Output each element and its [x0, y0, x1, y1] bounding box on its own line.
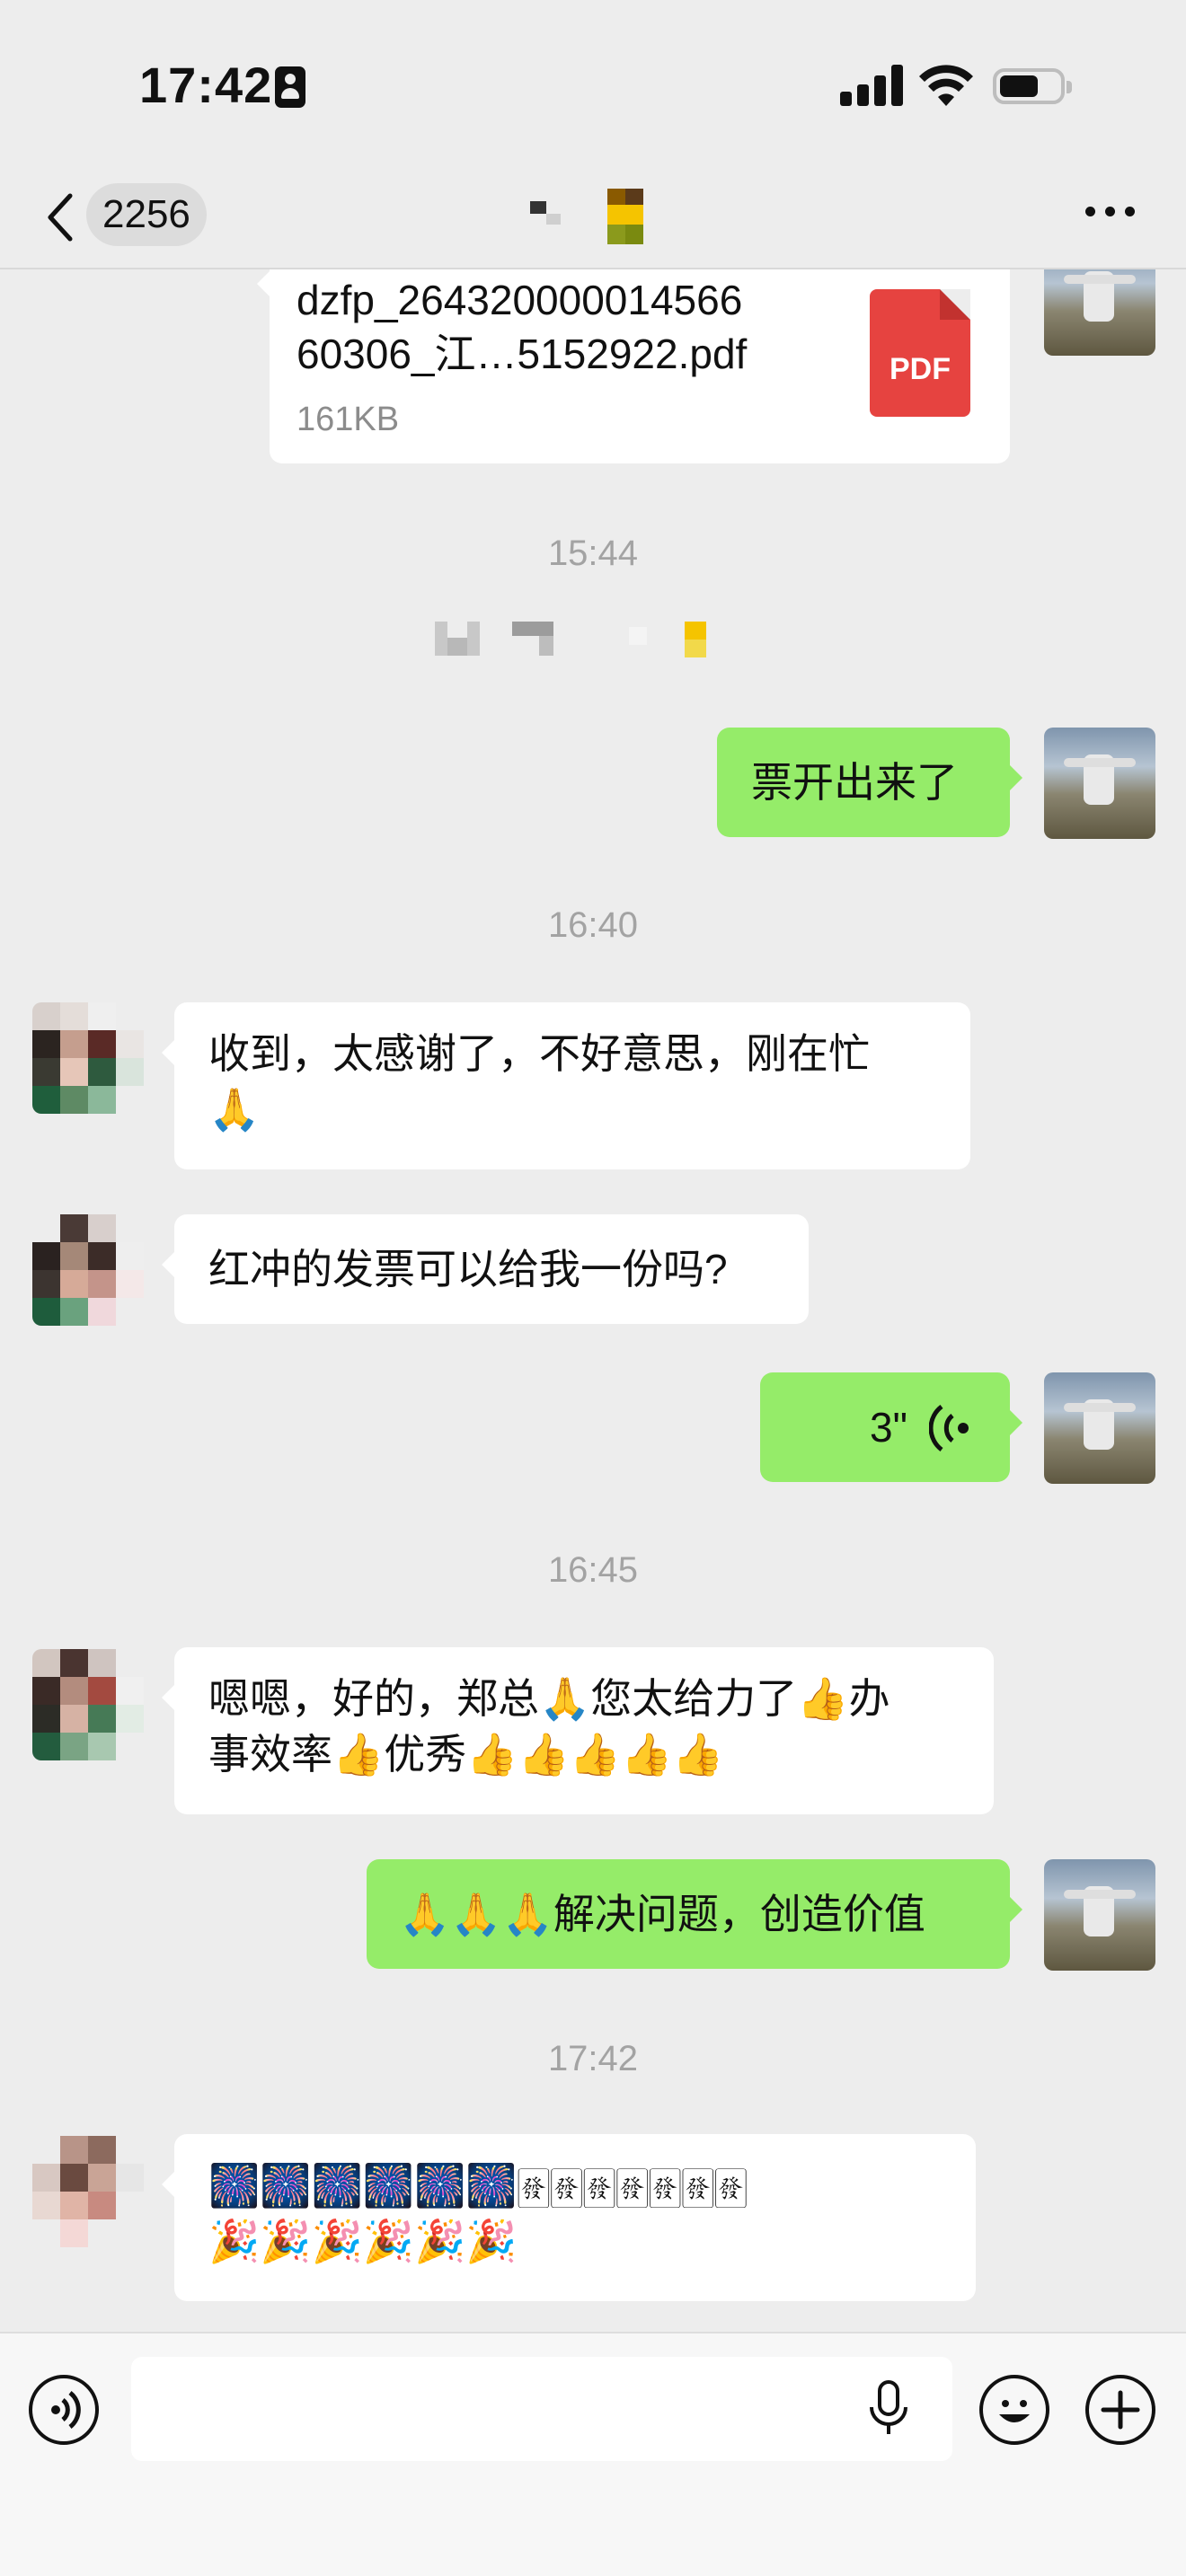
mic-icon[interactable]	[868, 2380, 909, 2436]
file-name: dzfp_264320000014566 60306_江…5152922.pdf	[296, 277, 748, 377]
status-bar: 17:42	[0, 0, 1186, 171]
voice-wave-icon	[929, 1405, 969, 1451]
message-text: 🙏🙏🙏解决问题，创造价值	[399, 1891, 925, 1937]
battery-icon	[993, 68, 1072, 104]
message-text: 红冲的发票可以给我一份吗?	[208, 1246, 728, 1292]
timestamp: 15:44	[547, 534, 639, 573]
chat-title-pixelated	[530, 189, 643, 244]
avatar-me[interactable]	[1044, 269, 1155, 356]
avatar-contact[interactable]	[32, 1214, 144, 1326]
cellular-signal-icon	[840, 65, 903, 106]
timestamp: 16:45	[547, 1550, 639, 1590]
unread-count-badge[interactable]: 2256	[86, 183, 207, 246]
message-input[interactable]	[131, 2357, 952, 2461]
status-time: 17:42	[139, 57, 273, 113]
timestamp: 17:42	[547, 2039, 639, 2078]
pdf-file-icon: PDF	[870, 289, 970, 417]
message-in-4[interactable]: 🎆🎆🎆🎆🎆🎆🀅🀅🀅🀅🀅🀅🀅 🎉🎉🎉🎉🎉🎉	[162, 2134, 976, 2301]
file-size: 161KB	[296, 401, 400, 438]
chat-message-list[interactable]: dzfp_264320000014566 60306_江…5152922.pdf…	[0, 269, 1186, 2332]
message-text: 嗯嗯，好的，郑总🙏您太给力了👍办	[208, 1675, 890, 1722]
avatar-me[interactable]	[1044, 1372, 1155, 1484]
avatar-me[interactable]	[1044, 728, 1155, 839]
file-message[interactable]: dzfp_264320000014566 60306_江…5152922.pdf…	[257, 269, 1010, 463]
system-notice-pixelated	[435, 622, 706, 657]
voice-input-icon[interactable]	[29, 2375, 99, 2445]
message-text: 收到，太感谢了，不好意思，刚在忙	[208, 1030, 870, 1077]
emoji-icon[interactable]	[979, 2375, 1049, 2445]
contact-card-icon	[275, 66, 305, 108]
message-in-3[interactable]: 嗯嗯，好的，郑总🙏您太给力了👍办 事效率👍优秀👍👍👍👍👍	[162, 1647, 994, 1814]
avatar-contact[interactable]	[32, 1649, 144, 1760]
avatar-contact[interactable]	[32, 2136, 144, 2247]
message-text: 🙏	[208, 1086, 261, 1133]
voice-duration: 3"	[870, 1404, 907, 1451]
message-out-1[interactable]: 票开出来了	[717, 728, 1022, 837]
message-in-1[interactable]: 收到，太感谢了，不好意思，刚在忙 🙏	[162, 1002, 970, 1169]
chat-header: 2256	[0, 171, 1186, 269]
message-text: 🎉🎉🎉🎉🎉🎉	[208, 2218, 518, 2264]
avatar-contact[interactable]	[32, 1002, 144, 1114]
avatar-me[interactable]	[1044, 1859, 1155, 1971]
more-options-icon[interactable]	[1085, 207, 1136, 219]
message-in-2[interactable]: 红冲的发票可以给我一份吗?	[162, 1214, 809, 1324]
timestamp: 16:40	[547, 905, 639, 945]
wifi-icon	[919, 65, 973, 106]
pdf-label: PDF	[890, 352, 951, 386]
voice-message[interactable]: 3"	[760, 1372, 1022, 1482]
plus-icon[interactable]	[1085, 2375, 1155, 2445]
message-text: 🎆🎆🎆🎆🎆🎆🀅🀅🀅🀅🀅🀅🀅	[208, 2162, 748, 2209]
back-icon[interactable]	[43, 190, 79, 244]
message-text: 票开出来了	[751, 759, 958, 806]
message-text: 事效率👍优秀👍👍👍👍👍	[208, 1731, 724, 1778]
input-bar	[0, 2332, 1186, 2576]
message-out-2[interactable]: 🙏🙏🙏解决问题，创造价值	[367, 1859, 1022, 1969]
